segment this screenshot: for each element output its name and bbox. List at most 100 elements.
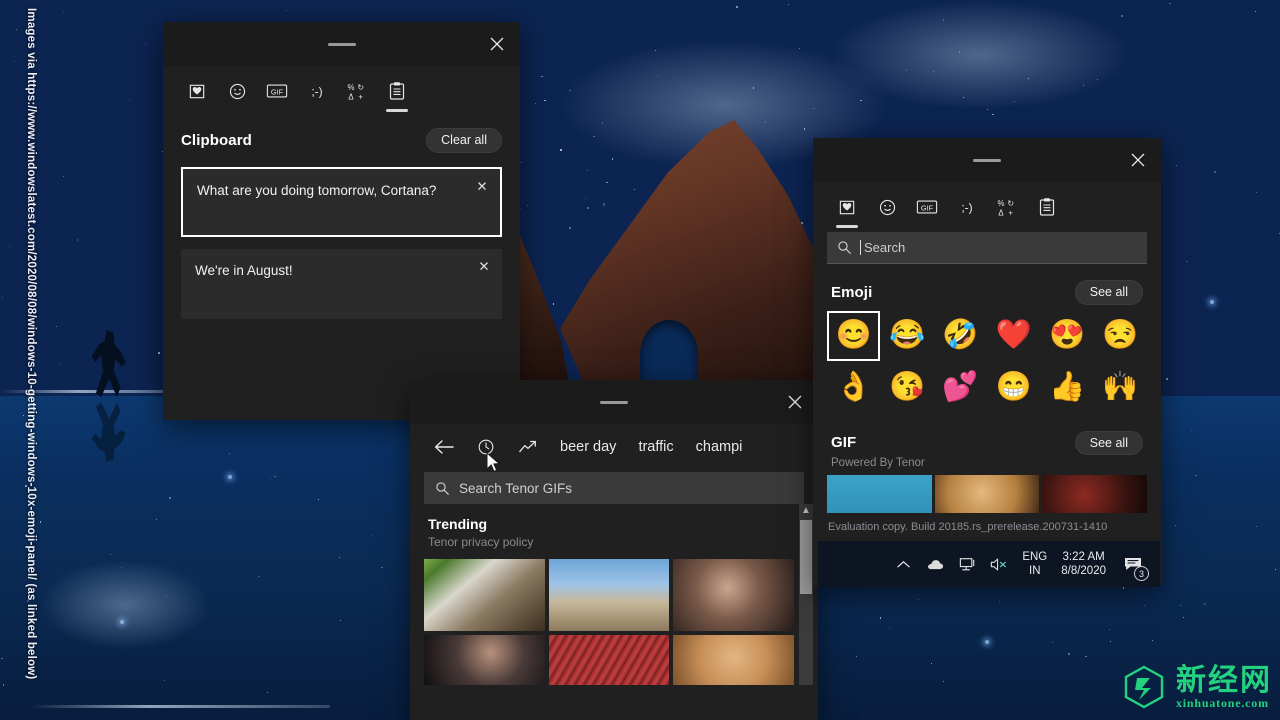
emoji-item-thumbs-up[interactable]: 👍 [1040, 363, 1093, 413]
close-button[interactable] [474, 22, 520, 66]
star [1256, 192, 1257, 193]
emoji-panel-tabs[interactable]: GIF ;-) % ↻ Δ + [813, 182, 1161, 228]
clipboard-item[interactable]: What are you doing tomorrow, Cortana? ✕ [181, 167, 502, 237]
tab-recently-used[interactable] [827, 188, 867, 226]
evaluation-copy-watermark: Evaluation copy. Build 20185.rs_prerelea… [828, 521, 1168, 533]
gif-thumbnail[interactable] [549, 559, 670, 631]
gif-thumbnail[interactable] [1042, 475, 1147, 513]
emoji-item-unamused-face[interactable]: 😒 [1094, 311, 1147, 361]
gif-thumbnail[interactable] [673, 559, 794, 631]
gif-thumbnail[interactable] [424, 559, 545, 631]
star [521, 162, 522, 163]
tab-clipboard[interactable] [1027, 188, 1067, 226]
gif-see-all-button[interactable]: See all [1075, 431, 1143, 456]
gif-category-beer-day[interactable]: beer day [550, 439, 626, 455]
network-button[interactable] [958, 555, 976, 573]
emoji-search-input[interactable]: Search [827, 232, 1147, 264]
tenor-privacy-policy-link[interactable]: Tenor privacy policy [410, 532, 818, 549]
emoji-panel-titlebar[interactable] [813, 138, 1161, 182]
emoji-item-raising-hands[interactable]: 🙌 [1094, 363, 1147, 413]
onedrive-button[interactable] [926, 555, 944, 573]
gif-thumbnail[interactable] [549, 635, 670, 685]
gif-panel-scrollbar[interactable]: ▲ [799, 504, 813, 685]
clear-all-button[interactable]: Clear all [426, 128, 502, 153]
system-tray[interactable]: ENG IN 3:22 AM 8/8/2020 3 [818, 541, 1160, 587]
gif-thumbnail[interactable] [424, 635, 545, 685]
clock[interactable]: 3:22 AM 8/8/2020 [1061, 550, 1106, 578]
tab-kaomoji[interactable]: ;-) [947, 188, 987, 226]
star [1255, 11, 1256, 12]
emoji-see-all-button[interactable]: See all [1075, 280, 1143, 305]
clock-time: 3:22 AM [1061, 550, 1106, 564]
clipboard-item[interactable]: We're in August! ✕ [181, 249, 502, 319]
emoji-item-smiling-face-with-heart-eyes[interactable]: 😍 [1040, 311, 1093, 361]
emoji-item-smiling-face-with-smiling-eyes[interactable]: 😊 [827, 311, 880, 361]
drag-handle[interactable] [328, 43, 356, 46]
star [520, 208, 521, 209]
gif-search-input[interactable]: Search Tenor GIFs [424, 472, 804, 504]
clipboard-icon [1038, 197, 1056, 217]
tab-symbols[interactable]: % ↻ Δ + [337, 72, 377, 110]
volume-button[interactable] [990, 555, 1008, 573]
emoji-item-face-with-tears-of-joy[interactable]: 😂 [880, 311, 933, 361]
tab-recently-used[interactable] [177, 72, 217, 110]
clipboard-item-delete-button[interactable]: ✕ [470, 175, 494, 199]
svg-text:↻: ↻ [1007, 199, 1014, 208]
star [3, 684, 4, 685]
tab-symbols[interactable]: % ↻ Δ + [987, 188, 1027, 226]
scroll-up-chevron-icon[interactable]: ▲ [799, 504, 813, 518]
clipboard-icon [388, 81, 406, 101]
gif-panel-titlebar[interactable] [410, 380, 818, 424]
back-button[interactable] [424, 428, 464, 466]
star [56, 326, 57, 327]
gif-panel[interactable]: beer day traffic champi Search Tenor GIF… [410, 380, 818, 720]
action-center-button[interactable]: 3 [1120, 551, 1146, 577]
clipboard-panel[interactable]: GIF ;-) % ↻ Δ + [163, 22, 520, 420]
emoji-item-beaming-face-with-smiling-eyes[interactable]: 😁 [987, 363, 1040, 413]
trending-gifs-button[interactable] [508, 428, 548, 466]
emoji-item-two-hearts[interactable]: 💕 [934, 363, 987, 413]
star [634, 189, 635, 190]
tab-gif[interactable]: GIF [907, 188, 947, 226]
gif-thumbnail[interactable] [827, 475, 932, 513]
star [1176, 165, 1177, 166]
logo-domain: xinhuatone.com [1176, 696, 1269, 711]
star [1186, 261, 1187, 262]
emoji-item-ok-hand[interactable]: 👌 [827, 363, 880, 413]
emoji-item-red-heart[interactable]: ❤️ [987, 311, 1040, 361]
recent-heart-icon [838, 198, 857, 217]
scrollbar-thumb[interactable] [800, 520, 812, 594]
emoji-item-face-blowing-a-kiss[interactable]: 😘 [880, 363, 933, 413]
emoji-panel[interactable]: GIF ;-) % ↻ Δ + [813, 138, 1161, 586]
svg-text:;-): ;-) [961, 201, 972, 215]
gif-panel-tabs[interactable]: beer day traffic champi [410, 424, 818, 470]
emoji-section-header: Emoji See all [813, 280, 1161, 305]
gif-thumbnail[interactable] [935, 475, 1040, 513]
close-button[interactable] [772, 380, 818, 424]
language-indicator[interactable]: ENG IN [1022, 550, 1047, 578]
emoji-item-rolling-on-the-floor-laughing[interactable]: 🤣 [934, 311, 987, 361]
tab-gif[interactable]: GIF [257, 72, 297, 110]
powered-by-tenor-label: Powered By Tenor [813, 455, 1161, 469]
show-hidden-icons-button[interactable] [894, 555, 912, 573]
drag-handle[interactable] [600, 401, 628, 404]
star [77, 239, 78, 240]
gif-section-title: GIF [831, 434, 856, 451]
star [371, 535, 372, 536]
gif-category-traffic[interactable]: traffic [628, 439, 683, 455]
language-code: ENG [1022, 550, 1047, 564]
clipboard-item-delete-button[interactable]: ✕ [472, 255, 496, 279]
close-button[interactable] [1115, 138, 1161, 182]
gif-thumbnail[interactable] [673, 635, 794, 685]
clipboard-panel-tabs[interactable]: GIF ;-) % ↻ Δ + [163, 66, 520, 112]
tab-clipboard[interactable] [377, 72, 417, 110]
clipboard-panel-titlebar[interactable] [163, 22, 520, 66]
tab-kaomoji[interactable]: ;-) [297, 72, 337, 110]
star [258, 576, 259, 577]
gif-panel-body: Trending Tenor privacy policy ▲ [410, 504, 818, 685]
gif-category-champi[interactable]: champi [686, 439, 753, 455]
tab-emoji[interactable] [867, 188, 907, 226]
drag-handle[interactable] [973, 159, 1001, 162]
close-icon [788, 395, 802, 409]
tab-emoji[interactable] [217, 72, 257, 110]
